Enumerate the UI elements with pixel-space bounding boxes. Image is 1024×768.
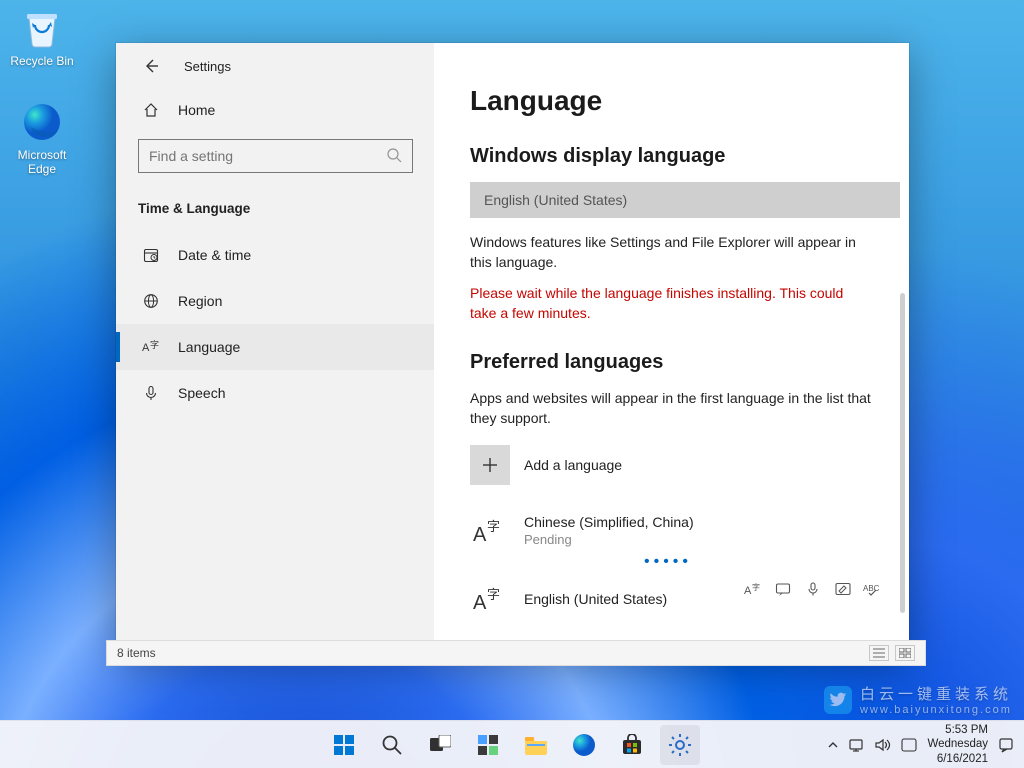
watermark-line1: 白云一键重装系统 — [860, 683, 1012, 704]
language-status: Pending — [524, 532, 694, 547]
globe-icon — [142, 292, 160, 310]
scrollbar[interactable] — [900, 293, 905, 613]
nav-label: Language — [178, 339, 240, 355]
settings-window: Settings Home Time & Language — [116, 43, 909, 655]
display-language-description: Windows features like Settings and File … — [470, 232, 873, 273]
app-title: Settings — [184, 59, 231, 74]
clock-date: 6/16/2021 — [927, 752, 988, 766]
system-tray[interactable]: 5:53 PM Wednesday 6/16/2021 — [827, 721, 1014, 768]
desktop: Recycle Bin Microsoft Edge — [0, 0, 1024, 768]
display-language-icon: A字 — [743, 579, 763, 599]
display-language-heading: Windows display language — [470, 145, 873, 168]
watermark: 白云一键重装系统 www.baiyunxitong.com — [824, 683, 1012, 716]
desktop-icon-label: Microsoft Edge — [6, 148, 78, 176]
task-view-button[interactable] — [420, 725, 460, 765]
spellcheck-icon: ABC — [863, 579, 883, 599]
display-language-value: English (United States) — [484, 192, 627, 208]
home-icon — [142, 101, 160, 119]
volume-icon[interactable] — [875, 738, 891, 752]
search-button[interactable] — [372, 725, 412, 765]
add-language-label: Add a language — [524, 457, 622, 473]
svg-text:字: 字 — [150, 339, 159, 350]
language-glyph-icon: A字 — [470, 513, 506, 549]
microphone-icon — [142, 384, 160, 402]
explorer-status-bar: 8 items — [106, 640, 926, 666]
home-label: Home — [178, 102, 215, 118]
recycle-bin-icon — [20, 6, 64, 50]
store-button[interactable] — [612, 725, 652, 765]
nav-label: Date & time — [178, 247, 251, 263]
language-item-english[interactable]: A字 English (United States) A字 ABC — [470, 575, 873, 623]
nav-label: Region — [178, 293, 222, 309]
display-language-dropdown[interactable]: English (United States) — [470, 182, 900, 218]
search-input[interactable] — [139, 140, 412, 172]
search-box[interactable] — [138, 139, 413, 173]
language-name: English (United States) — [524, 591, 667, 607]
svg-text:A: A — [473, 524, 487, 545]
progress-dots: ••••• — [644, 553, 873, 567]
thumbnails-view-button[interactable] — [895, 645, 915, 661]
svg-text:A: A — [142, 342, 150, 354]
home-button[interactable]: Home — [116, 87, 434, 135]
handwriting-icon — [833, 579, 853, 599]
clock-day: Wednesday — [927, 737, 988, 751]
back-button[interactable] — [142, 57, 160, 75]
preferred-heading: Preferred languages — [470, 351, 873, 374]
clock-time: 5:53 PM — [927, 723, 988, 737]
desktop-icon-recycle-bin[interactable]: Recycle Bin — [6, 6, 78, 68]
details-view-button[interactable] — [869, 645, 889, 661]
language-item-chinese[interactable]: A字 Chinese (Simplified, China) Pending — [470, 507, 873, 555]
watermark-line2: www.baiyunxitong.com — [860, 704, 1012, 716]
nav-region[interactable]: Region — [116, 278, 434, 324]
file-explorer-button[interactable] — [516, 725, 556, 765]
search-icon — [386, 147, 402, 163]
svg-text:A: A — [473, 592, 487, 613]
start-button[interactable] — [324, 725, 364, 765]
calendar-icon — [142, 246, 160, 264]
text-to-speech-icon — [773, 579, 793, 599]
nav-language[interactable]: A字 Language — [116, 324, 434, 370]
desktop-icon-edge[interactable]: Microsoft Edge — [6, 100, 78, 176]
plus-icon — [470, 445, 510, 485]
svg-text:字: 字 — [487, 587, 500, 602]
clock[interactable]: 5:53 PM Wednesday 6/16/2021 — [927, 723, 988, 766]
svg-text:字: 字 — [752, 582, 760, 592]
desktop-icon-label: Recycle Bin — [6, 54, 78, 68]
nav-date-time[interactable]: Date & time — [116, 232, 434, 278]
tray-chevron-icon[interactable] — [827, 739, 839, 751]
svg-text:A: A — [744, 585, 752, 596]
nav-speech[interactable]: Speech — [116, 370, 434, 416]
speech-recognition-icon — [803, 579, 823, 599]
preferred-description: Apps and websites will appear in the fir… — [470, 388, 873, 429]
widgets-button[interactable] — [468, 725, 508, 765]
section-title: Time & Language — [116, 191, 434, 232]
edge-taskbar-button[interactable] — [564, 725, 604, 765]
taskbar-center — [324, 725, 700, 765]
page-title: Language — [470, 85, 873, 117]
notifications-icon[interactable] — [998, 737, 1014, 753]
taskbar: 5:53 PM Wednesday 6/16/2021 — [0, 720, 1024, 768]
edge-icon — [20, 100, 64, 144]
language-glyph-icon: A字 — [470, 581, 506, 617]
svg-text:字: 字 — [487, 519, 500, 534]
language-name: Chinese (Simplified, China) — [524, 514, 694, 530]
settings-content: Language Windows display language Englis… — [434, 43, 909, 655]
nav-label: Speech — [178, 385, 225, 401]
add-language-button[interactable]: Add a language — [470, 445, 873, 485]
settings-taskbar-button[interactable] — [660, 725, 700, 765]
svg-text:ABC: ABC — [863, 584, 880, 593]
language-capabilities: A字 ABC — [743, 579, 883, 599]
ime-icon[interactable] — [901, 738, 917, 752]
network-icon[interactable] — [849, 738, 865, 752]
item-count: 8 items — [117, 646, 156, 660]
language-icon: A字 — [142, 338, 160, 356]
display-language-warning: Please wait while the language finishes … — [470, 283, 873, 324]
watermark-badge-icon — [824, 686, 852, 714]
settings-sidebar: Settings Home Time & Language — [116, 43, 434, 655]
